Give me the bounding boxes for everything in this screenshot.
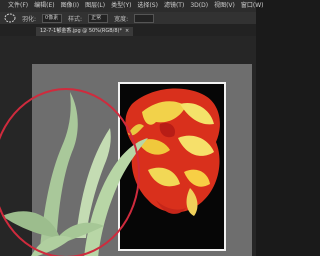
document-tab-title: 12-7-1郁金香.jpg @ 50%(RGB/8)*	[40, 28, 122, 34]
menu-file[interactable]: 文件(F)	[8, 0, 28, 12]
menu-type[interactable]: 类型(Y)	[111, 0, 131, 12]
menu-3d[interactable]: 3D(D)	[190, 0, 208, 12]
menu-filter[interactable]: 滤镜(T)	[164, 0, 184, 12]
elliptical-selection[interactable]	[0, 88, 140, 256]
options-bar: 羽化: 0像素 样式: 正常 宽度:	[0, 12, 256, 24]
menu-layer[interactable]: 图层(L)	[85, 0, 105, 12]
feather-label: 羽化:	[22, 15, 37, 23]
document-tab-bar: 12-7-1郁金香.jpg @ 50%(RGB/8)* ×	[0, 24, 256, 36]
canvas-workspace[interactable]	[0, 36, 256, 256]
style-label: 样式:	[68, 15, 83, 23]
document-tab[interactable]: 12-7-1郁金香.jpg @ 50%(RGB/8)* ×	[36, 27, 134, 36]
ellipse-marquee-tool-icon[interactable]	[4, 13, 16, 23]
width-label: 宽度:	[114, 15, 129, 23]
menu-view[interactable]: 视图(V)	[214, 0, 235, 12]
style-select[interactable]: 正常	[88, 13, 109, 23]
feather-input[interactable]: 0像素	[42, 13, 63, 23]
menu-window[interactable]: 窗口(W)	[241, 0, 264, 12]
close-icon[interactable]: ×	[125, 27, 129, 36]
width-input[interactable]	[134, 13, 155, 23]
menu-select[interactable]: 选择(S)	[137, 0, 158, 12]
menu-bar: 文件(F) 编辑(E) 图像(I) 图层(L) 类型(Y) 选择(S) 滤镜(T…	[0, 0, 264, 12]
menu-image[interactable]: 图像(I)	[61, 0, 79, 12]
menu-edit[interactable]: 编辑(E)	[34, 0, 54, 12]
